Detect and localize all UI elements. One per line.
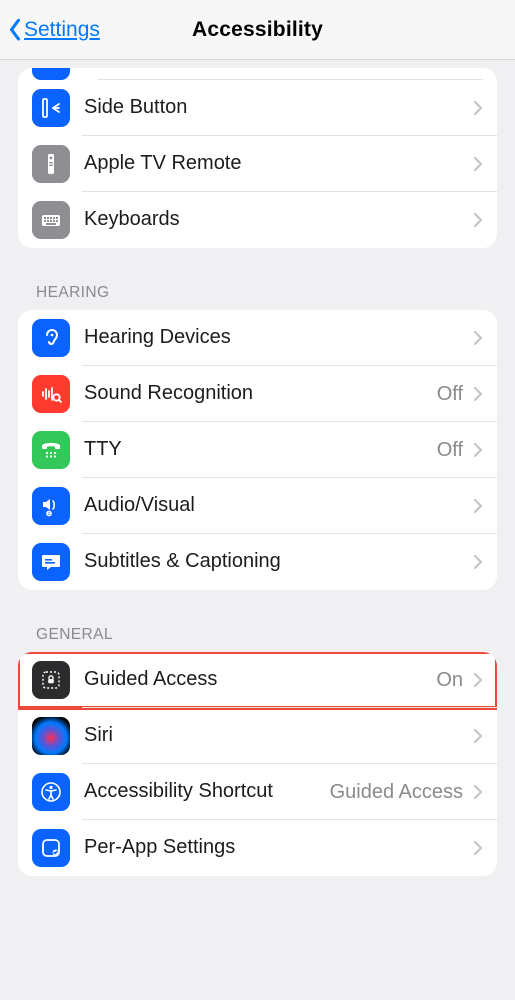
row-label: Subtitles & Captioning: [84, 550, 463, 574]
per-app-settings-icon: [32, 829, 70, 867]
row-keyboards[interactable]: Keyboards: [18, 192, 497, 248]
row-tty[interactable]: TTY Off: [18, 422, 497, 478]
chevron-right-icon: [473, 554, 483, 570]
chevron-right-icon: [473, 784, 483, 800]
audio-visual-icon: [32, 487, 70, 525]
section-header-general: GENERAL: [36, 626, 479, 644]
chevron-right-icon: [473, 386, 483, 402]
row-siri[interactable]: Siri: [18, 708, 497, 764]
page-title: Accessibility: [192, 18, 323, 42]
row-label: Guided Access: [84, 668, 428, 692]
row-detail: Off: [437, 383, 463, 406]
row-previous-cropped[interactable]: [18, 68, 497, 80]
group-hearing: Hearing Devices Sound Recognition Off: [18, 310, 497, 590]
group-physical-motor: Side Button Apple TV Remote: [18, 68, 497, 248]
row-label: Audio/Visual: [84, 494, 463, 518]
peek-icon: [32, 68, 70, 80]
row-label: Side Button: [84, 96, 463, 120]
chevron-right-icon: [473, 672, 483, 688]
keyboards-icon: [32, 201, 70, 239]
sound-recognition-icon: [32, 375, 70, 413]
row-detail: Off: [437, 439, 463, 462]
row-hearing-devices[interactable]: Hearing Devices: [18, 310, 497, 366]
row-label: Keyboards: [84, 208, 463, 232]
chevron-right-icon: [473, 156, 483, 172]
row-apple-tv-remote[interactable]: Apple TV Remote: [18, 136, 497, 192]
row-label: Hearing Devices: [84, 326, 463, 350]
row-label: Apple TV Remote: [84, 152, 463, 176]
hearing-devices-icon: [32, 319, 70, 357]
back-label: Settings: [24, 18, 100, 42]
row-sound-recognition[interactable]: Sound Recognition Off: [18, 366, 497, 422]
row-accessibility-shortcut[interactable]: Accessibility Shortcut Guided Access: [18, 764, 497, 820]
chevron-right-icon: [473, 840, 483, 856]
chevron-right-icon: [473, 100, 483, 116]
nav-bar: Settings Accessibility: [0, 0, 515, 60]
row-detail: On: [436, 669, 463, 692]
subtitles-icon: [32, 543, 70, 581]
row-guided-access[interactable]: Guided Access On: [18, 652, 497, 708]
chevron-right-icon: [473, 498, 483, 514]
side-button-icon: [32, 89, 70, 127]
back-button[interactable]: Settings: [8, 18, 100, 42]
siri-icon: [32, 717, 70, 755]
chevron-right-icon: [473, 330, 483, 346]
row-per-app-settings[interactable]: Per-App Settings: [18, 820, 497, 876]
chevron-right-icon: [473, 212, 483, 228]
row-subtitles-captioning[interactable]: Subtitles & Captioning: [18, 534, 497, 590]
row-detail: Guided Access: [330, 781, 463, 804]
row-label: Accessibility Shortcut: [84, 780, 322, 804]
accessibility-shortcut-icon: [32, 773, 70, 811]
row-label: Siri: [84, 724, 463, 748]
guided-access-icon: [32, 661, 70, 699]
apple-tv-remote-icon: [32, 145, 70, 183]
chevron-right-icon: [473, 442, 483, 458]
row-label: Sound Recognition: [84, 382, 429, 406]
row-label: TTY: [84, 438, 429, 462]
chevron-left-icon: [8, 18, 22, 42]
group-general: Guided Access On Siri Accessibility Shor…: [18, 652, 497, 876]
tty-icon: [32, 431, 70, 469]
row-side-button[interactable]: Side Button: [18, 80, 497, 136]
row-audio-visual[interactable]: Audio/Visual: [18, 478, 497, 534]
section-header-hearing: HEARING: [36, 284, 479, 302]
row-label: Per-App Settings: [84, 836, 463, 860]
chevron-right-icon: [473, 728, 483, 744]
